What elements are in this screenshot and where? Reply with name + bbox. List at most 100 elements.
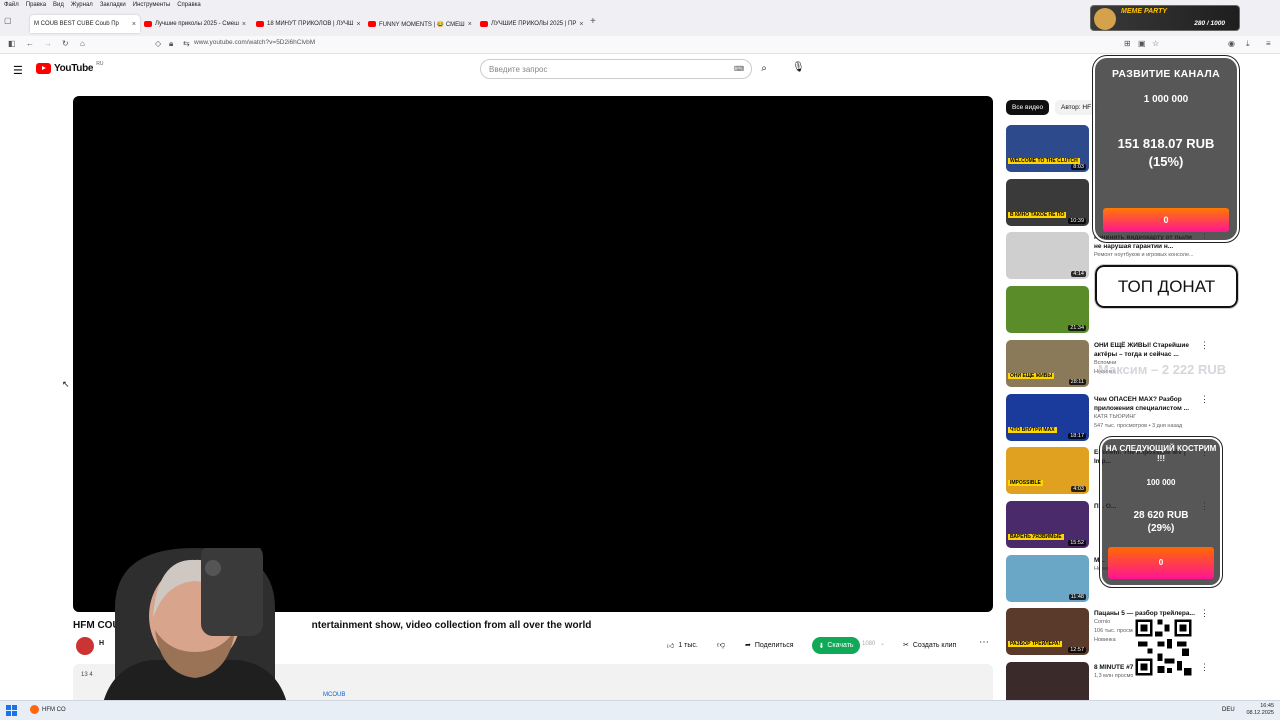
- new-tab-button[interactable]: +: [590, 16, 596, 27]
- video-thumbnail[interactable]: ЧТО ВНУТРИ МАХ 18:17: [1006, 394, 1089, 441]
- taskbar-firefox-item[interactable]: HFM CO: [30, 705, 66, 714]
- video-thumbnail[interactable]: РАЗБОР ТРЕЙЛЕРА! 12:57: [1006, 608, 1089, 655]
- video-duration: 4:14: [1071, 271, 1086, 277]
- thumbnail-caption: WELCOME TO THE CLUTCH: [1008, 158, 1080, 164]
- thumbnail-caption: ВАРЕНЬ УЯЗВИМЫЕ: [1008, 534, 1064, 540]
- share-label: Поделиться: [754, 641, 794, 649]
- close-icon[interactable]: ×: [468, 21, 472, 28]
- permissions-icon[interactable]: ⇆: [183, 39, 190, 48]
- sidebar-toggle-icon[interactable]: ◧: [8, 39, 16, 48]
- menu-file[interactable]: Файл: [4, 2, 19, 8]
- more-options-icon[interactable]: ⋮: [1200, 340, 1209, 351]
- url-field[interactable]: www.youtube.com/watch?v=5D2i6hClvbM: [194, 39, 315, 46]
- video-thumbnail[interactable]: ОНИ ЕЩЕ ЖИВЫ 28:11: [1006, 340, 1089, 387]
- menu-edit[interactable]: Правка: [26, 2, 46, 8]
- video-duration: 15:52: [1068, 540, 1086, 546]
- video-thumbnail[interactable]: 4:14: [1006, 232, 1089, 279]
- menu-bookmarks[interactable]: Закладки: [100, 2, 126, 8]
- search-input[interactable]: Введите запрос: [480, 59, 752, 79]
- video-thumbnail[interactable]: IMPOSSIBLE 4:03: [1006, 447, 1089, 494]
- tab-1[interactable]: M COUB BEST CUBE Coub Пр ×: [30, 15, 140, 33]
- os-taskbar: HFM CO DEU 16:45 08.12.2025: [0, 700, 1280, 720]
- close-icon[interactable]: ×: [132, 21, 136, 28]
- account-icon[interactable]: ◉: [1228, 39, 1235, 48]
- close-icon[interactable]: ×: [242, 21, 246, 28]
- menu-view[interactable]: Вид: [53, 2, 64, 8]
- goal2-target: 100 000: [1146, 478, 1176, 487]
- goal2-amount: 28 620 RUB: [1133, 510, 1189, 521]
- share-button[interactable]: ➦ Поделиться: [745, 637, 794, 653]
- keyboard-language[interactable]: DEU: [1222, 707, 1235, 713]
- next-stream-goal-widget: НА СЛЕДУЮЩИЙ КОСТРИМ !!! 100 000 28 620 …: [1099, 436, 1223, 588]
- pip-icon[interactable]: ▣: [1138, 39, 1146, 48]
- back-icon[interactable]: ←: [26, 39, 34, 48]
- chevron-down-icon[interactable]: ⌄: [880, 640, 885, 647]
- close-icon[interactable]: ×: [357, 21, 361, 28]
- more-options-icon[interactable]: ⋮: [1200, 662, 1209, 673]
- menu-help[interactable]: Справка: [177, 2, 201, 8]
- youtube-favicon-icon: [480, 21, 488, 27]
- more-options-icon[interactable]: ⋮: [1200, 394, 1209, 405]
- tab-2[interactable]: Лучшие приколы 2025 - Смеш ×: [140, 15, 250, 33]
- download-label: Скачать: [827, 642, 854, 649]
- clock-time: 16:45: [1260, 703, 1274, 709]
- download-icon: ⬇: [818, 642, 825, 650]
- goal-amount: 151 818.07 RUB: [1117, 136, 1215, 151]
- close-icon[interactable]: ×: [579, 21, 583, 28]
- channel-avatar[interactable]: [76, 637, 94, 655]
- dislike-icon[interactable]: 👎︎: [717, 640, 725, 650]
- video-thumbnail[interactable]: В КИНО ТАКОЕ НЕ ПО 10:39: [1006, 179, 1089, 226]
- clip-button[interactable]: ✂ Создать клип: [903, 637, 956, 653]
- reload-icon[interactable]: ↻: [62, 39, 69, 48]
- more-actions-icon[interactable]: ⋯: [979, 637, 989, 648]
- more-options-icon[interactable]: ⋮: [1200, 608, 1209, 619]
- thumbs-up-icon: 👍︎: [667, 642, 675, 650]
- tab-4[interactable]: FUNNY MOMENTS | 😂 СМЕШ ×: [364, 15, 474, 33]
- taskbar-item-label: HFM CO: [42, 706, 66, 713]
- video-duration: 11:48: [1068, 594, 1086, 600]
- browser-menubar: Файл Правка Вид Журнал Закладки Инструме…: [0, 0, 1280, 10]
- start-menu-icon[interactable]: [6, 705, 17, 716]
- system-clock[interactable]: 16:45 08.12.2025: [1246, 703, 1274, 717]
- like-count: 1 тыс.: [678, 641, 698, 649]
- download-button[interactable]: ⬇ Скачать: [812, 637, 860, 654]
- tab-3[interactable]: 18 МИНУТ ПРИКОЛОВ | ЛУЧШ ×: [252, 15, 362, 33]
- related-video-meta[interactable]: Чем ОПАСЕН MAX? Разбор приложения специа…: [1094, 395, 1200, 431]
- chip-all-videos[interactable]: Все видео: [1006, 100, 1050, 115]
- translate-icon[interactable]: ⊞: [1124, 39, 1131, 48]
- youtube-play-icon: [36, 63, 51, 74]
- tab-5[interactable]: ЛУЧШИЕ ПРИКОЛЫ 2025 | ПР ×: [476, 15, 586, 33]
- downloads-icon[interactable]: ⤓: [1246, 39, 1250, 49]
- app-menu-icon[interactable]: ≡: [1266, 39, 1271, 48]
- forward-icon[interactable]: →: [44, 39, 52, 48]
- video-thumbnail[interactable]: 11:48: [1006, 555, 1089, 602]
- video-duration: 12:57: [1068, 647, 1086, 653]
- download-quality[interactable]: 1080: [862, 641, 875, 647]
- qr-code: [1133, 617, 1194, 678]
- dog-mascot-icon: [1094, 8, 1116, 30]
- chip-author[interactable]: Автор: HF: [1055, 100, 1098, 115]
- video-thumbnail[interactable]: ВАРЕНЬ УЯЗВИМЫЕ 15:52: [1006, 501, 1089, 548]
- microphone-icon[interactable]: 🎙︎: [792, 62, 805, 73]
- menu-tools[interactable]: Инструменты: [133, 2, 170, 8]
- bookmark-star-icon[interactable]: ☆: [1152, 39, 1159, 48]
- video-player[interactable]: [73, 96, 993, 612]
- search-button[interactable]: ⌕: [752, 59, 776, 79]
- scissors-icon: ✂: [903, 642, 909, 649]
- video-thumbnail[interactable]: 21:34: [1006, 286, 1089, 333]
- video-thumbnail[interactable]: WELCOME TO THE CLUTCH 8:03: [1006, 125, 1089, 172]
- tab-list-icon[interactable]: ▢: [4, 16, 12, 25]
- guide-menu-icon[interactable]: ☰: [13, 64, 23, 77]
- hashtag-link[interactable]: MCOUB: [323, 692, 345, 698]
- mouse-cursor-icon: ↖: [62, 379, 70, 389]
- youtube-logo[interactable]: YouTube RU: [36, 61, 104, 74]
- like-button[interactable]: 👍︎ 1 тыс.: [667, 637, 698, 653]
- keyboard-icon[interactable]: ⌨: [734, 65, 744, 73]
- thumbnail-caption: РАЗБОР ТРЕЙЛЕРА!: [1008, 641, 1063, 647]
- home-icon[interactable]: ⌂: [80, 39, 85, 48]
- menu-history[interactable]: Журнал: [71, 2, 93, 8]
- goal-title: РАЗВИТИЕ КАНАЛА: [1112, 68, 1220, 80]
- country-code: RU: [96, 61, 104, 67]
- goal2-progress-bar: 0: [1108, 547, 1214, 579]
- shield-icon[interactable]: ◇: [155, 39, 161, 48]
